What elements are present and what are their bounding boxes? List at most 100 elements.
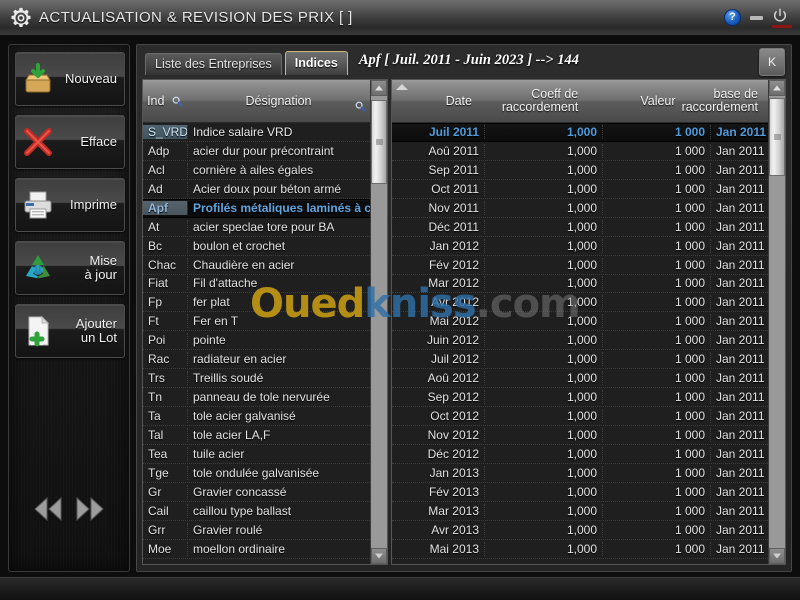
table-row[interactable]: Apf Profilés métaliques laminés à cl	[143, 198, 370, 218]
table-row[interactable]: Acl cornière à ailes égales	[143, 161, 370, 180]
cell-base: Jan 2011	[710, 503, 768, 518]
table-row[interactable]: Juil 2012 1,000 1 000 Jan 2011	[392, 350, 768, 370]
table-row[interactable]: Fév 2012 1,000 1 000 Jan 2011	[392, 256, 768, 275]
cell-coeff: 1,000	[484, 295, 602, 310]
table-row[interactable]: Tge tole ondulée galvanisée	[143, 464, 370, 483]
table-row[interactable]: Sep 2011 1,000 1 000 Jan 2011	[392, 161, 768, 180]
sort-ascending-icon[interactable]	[396, 84, 408, 90]
right-grid-scrollbar[interactable]	[768, 80, 785, 564]
column-header-date[interactable]: Date	[392, 94, 475, 108]
values-grid-header: Date Coeff de raccordement Valeur base d…	[392, 80, 768, 123]
next-double-arrow-button[interactable]	[73, 496, 107, 527]
table-row[interactable]: Ft Fer en T	[143, 312, 370, 332]
table-row[interactable]: Jan 2013 1,000 1 000 Jan 2011	[392, 464, 768, 483]
column-header-valeur[interactable]: Valeur	[581, 94, 678, 108]
cell-designation: pointe	[187, 333, 370, 348]
power-button[interactable]	[772, 8, 792, 28]
scroll-up-arrow[interactable]	[371, 80, 387, 96]
column-header-ind[interactable]: Ind	[143, 94, 187, 108]
scroll-track[interactable]	[769, 96, 785, 548]
column-header-base-de-raccordement[interactable]: base de raccordement	[679, 88, 768, 114]
search-icon[interactable]	[172, 96, 183, 107]
cell-coeff: 1,000	[484, 333, 602, 348]
cell-valeur: 1 000	[602, 276, 710, 291]
tab-indices[interactable]: Indices	[284, 51, 348, 75]
table-row[interactable]: Tea tuile acier	[143, 445, 370, 464]
table-row[interactable]: At acier speclae tore pour BA	[143, 218, 370, 237]
imprime-button[interactable]: Imprime	[15, 178, 125, 232]
table-row[interactable]: Mar 2013 1,000 1 000 Jan 2011	[392, 502, 768, 521]
table-row[interactable]: Cail caillou type ballast	[143, 502, 370, 521]
k-button[interactable]: K	[759, 48, 785, 76]
table-row[interactable]: Fiat Fil d'attache	[143, 275, 370, 294]
left-grid-scrollbar[interactable]	[370, 80, 387, 564]
table-row[interactable]: Avr 2013 1,000 1 000 Jan 2011	[392, 521, 768, 540]
prev-double-arrow-button[interactable]	[31, 496, 65, 527]
help-icon[interactable]: ?	[724, 9, 741, 26]
table-row[interactable]: Juil 2011 1,000 1 000 Jan 2011	[392, 123, 768, 142]
table-row[interactable]: Mar 2012 1,000 1 000 Jan 2011	[392, 275, 768, 294]
cell-ind: Bc	[148, 238, 163, 253]
table-row[interactable]: Avr 2012 1,000 1 000 Jan 2011	[392, 293, 768, 313]
table-row[interactable]: Jan 2012 1,000 1 000 Jan 2011	[392, 237, 768, 256]
table-row[interactable]: Oct 2011 1,000 1 000 Jan 2011	[392, 180, 768, 199]
table-row[interactable]: Chac Chaudière en acier	[143, 256, 370, 275]
mise-a-jour-button[interactable]: Mise à jour	[15, 241, 125, 295]
table-row[interactable]: Juin 2012 1,000 1 000 Jan 2011	[392, 331, 768, 351]
table-row[interactable]: Nov 2012 1,000 1 000 Jan 2011	[392, 426, 768, 445]
table-row[interactable]: Trs Treillis soudé	[143, 369, 370, 389]
table-row[interactable]: S_VRD Indice salaire VRD	[143, 123, 370, 142]
table-row[interactable]: Gr Gravier concassé	[143, 483, 370, 502]
table-row[interactable]: Mai 2012 1,000 1 000 Jan 2011	[392, 312, 768, 332]
cell-base: Jan 2011	[710, 371, 768, 386]
scroll-up-arrow[interactable]	[769, 80, 785, 96]
table-row[interactable]: Aoû 2012 1,000 1 000 Jan 2011	[392, 369, 768, 389]
scroll-track[interactable]	[371, 96, 387, 548]
imprime-label: Imprime	[70, 197, 117, 212]
cell-ind: Tn	[148, 390, 163, 405]
ajouter-un-lot-button[interactable]: Ajouter un Lot	[15, 304, 125, 358]
cell-coeff: 1,000	[484, 522, 602, 537]
efface-button[interactable]: Efface	[15, 115, 125, 169]
cell-base: Jan 2011	[710, 162, 768, 177]
cell-designation: radiateur en acier	[187, 352, 370, 367]
cell-designation: Fer en T	[187, 314, 370, 329]
table-row[interactable]: Nov 2011 1,000 1 000 Jan 2011	[392, 199, 768, 218]
cell-valeur: 1 000	[602, 390, 710, 405]
table-row[interactable]: Oct 2012 1,000 1 000 Jan 2011	[392, 407, 768, 426]
nouveau-button[interactable]: Nouveau	[15, 52, 125, 106]
search-icon[interactable]	[355, 101, 366, 112]
table-row[interactable]: Poi pointe	[143, 331, 370, 351]
tab-liste-des-entreprises[interactable]: Liste des Entreprises	[145, 53, 282, 75]
table-row[interactable]: Ta tole acier galvanisé	[143, 407, 370, 426]
table-row[interactable]: Mai 2013 1,000 1 000 Jan 2011	[392, 540, 768, 559]
table-row[interactable]: Sep 2012 1,000 1 000 Jan 2011	[392, 388, 768, 408]
cell-ind: Acl	[148, 162, 165, 177]
table-row[interactable]: Fév 2013 1,000 1 000 Jan 2011	[392, 483, 768, 502]
table-row[interactable]: Tn panneau de tole nervurée	[143, 388, 370, 408]
table-row[interactable]: Adp acier dur pour précontraint	[143, 142, 370, 161]
cell-coeff: 1,000	[484, 503, 602, 518]
table-row[interactable]: Déc 2012 1,000 1 000 Jan 2011	[392, 445, 768, 464]
scroll-thumb[interactable]	[371, 100, 387, 184]
scroll-thumb[interactable]	[769, 98, 785, 176]
gear-icon	[11, 7, 31, 27]
column-header-coeff-de-raccordement[interactable]: Coeff de raccordement	[475, 88, 581, 114]
cell-date: Déc 2011	[428, 219, 479, 234]
scroll-down-arrow[interactable]	[769, 548, 785, 564]
table-row[interactable]: Grr Gravier roulé	[143, 521, 370, 540]
cell-ind: Poi	[148, 333, 166, 348]
cell-designation: Fil d'attache	[187, 276, 370, 291]
cell-base: Jan 2011	[710, 143, 768, 158]
table-row[interactable]: Moe moellon ordinaire	[143, 540, 370, 559]
table-row[interactable]: Bc boulon et crochet	[143, 237, 370, 256]
table-row[interactable]: Aoû 2011 1,000 1 000 Jan 2011	[392, 142, 768, 161]
column-header-designation[interactable]: Désignation	[187, 94, 370, 112]
table-row[interactable]: Fp fer plat	[143, 293, 370, 313]
table-row[interactable]: Tal tole acier LA,F	[143, 426, 370, 445]
minimize-button[interactable]	[750, 15, 763, 20]
scroll-down-arrow[interactable]	[371, 548, 387, 564]
table-row[interactable]: Déc 2011 1,000 1 000 Jan 2011	[392, 218, 768, 237]
table-row[interactable]: Ad Acier doux pour béton armé	[143, 180, 370, 199]
table-row[interactable]: Rac radiateur en acier	[143, 350, 370, 370]
